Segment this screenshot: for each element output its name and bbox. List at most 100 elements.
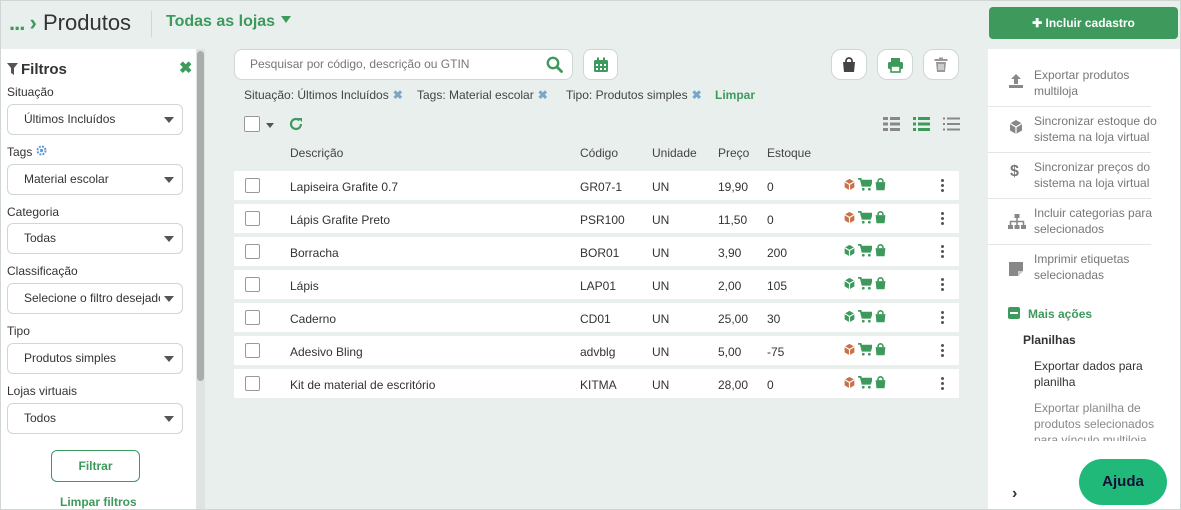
store-selector[interactable]: Todas as lojas (166, 13, 292, 31)
filter-label-categoria: Categoria (7, 205, 60, 219)
column-header-descricao[interactable]: Descrição (290, 146, 343, 160)
breadcrumb[interactable]: ... › (9, 10, 37, 36)
action-export-multiloja[interactable]: Exportar produtos multiloja (988, 61, 1151, 107)
sidebar-scrollbar[interactable] (196, 49, 205, 509)
cell-estoque: 0 (767, 378, 774, 392)
add-product-label: Incluir cadastro (1045, 16, 1135, 30)
export-spreadsheet-link[interactable]: Exportar dados para planilha (1034, 358, 1164, 390)
cell-preco: 11,50 (718, 213, 748, 227)
row-menu-icon[interactable] (937, 244, 947, 260)
row-menu-icon[interactable] (937, 211, 947, 227)
active-filter-chip: Tipo: Produtos simples ✖ (566, 88, 702, 102)
compact-list-view-icon[interactable] (943, 117, 960, 131)
table-row[interactable]: Adesivo Bling advblg UN 5,00 -75 (234, 336, 959, 365)
search-input[interactable] (250, 57, 530, 71)
add-product-button[interactable]: ✚ Incluir cadastro (989, 7, 1178, 39)
grid-view-icon[interactable] (883, 117, 900, 131)
refresh-icon[interactable] (289, 117, 303, 131)
column-header-unidade[interactable]: Unidade (652, 146, 697, 160)
cell-descricao[interactable]: Adesivo Bling (290, 345, 363, 359)
help-button[interactable]: Ajuda (1079, 459, 1167, 505)
remove-filter-icon[interactable]: ✖ (692, 88, 702, 102)
filter-categoria-select[interactable]: Todas (7, 223, 183, 254)
table-row[interactable]: Borracha BOR01 UN 3,90 200 (234, 237, 959, 266)
column-header-preco[interactable]: Preço (718, 146, 749, 160)
row-checkbox[interactable] (245, 244, 260, 259)
cell-descricao[interactable]: Kit de material de escritório (290, 378, 435, 392)
close-filters-icon[interactable]: ✖ (179, 58, 192, 78)
column-header-codigo[interactable]: Código (580, 146, 618, 160)
more-actions-toggle[interactable]: Mais ações (1008, 307, 1092, 321)
clear-filters-link[interactable]: Limpar filtros (60, 495, 137, 509)
collapse-icon (1008, 307, 1020, 319)
cell-codigo: LAP01 (580, 279, 617, 293)
shopping-bag-icon (874, 376, 887, 392)
filter-tags-select[interactable]: Material escolar (7, 164, 183, 195)
row-checkbox[interactable] (245, 277, 260, 292)
stock-box-icon (843, 376, 856, 392)
gear-icon[interactable] (36, 145, 47, 156)
table-row[interactable]: Lápis Grafite Preto PSR100 UN 11,50 0 (234, 204, 959, 233)
row-checkbox[interactable] (245, 343, 260, 358)
row-menu-icon[interactable] (937, 310, 947, 326)
calendar-button[interactable] (583, 49, 618, 80)
table-row[interactable]: Lápis LAP01 UN 2,00 105 (234, 270, 959, 299)
action-sync-prices[interactable]: $ Sincronizar preços do sistema na loja … (988, 153, 1151, 199)
search-icon[interactable] (546, 56, 563, 73)
shopping-bag-button[interactable] (831, 49, 867, 80)
clear-active-filters-link[interactable]: Limpar (715, 88, 755, 102)
action-label: Incluir categorias para selecionados (1034, 206, 1153, 236)
app-frame: ... › Produtos Todas as lojas ✚ Incluir … (0, 0, 1181, 510)
select-options-caret-icon[interactable] (266, 123, 274, 128)
filter-situacao-select[interactable]: Últimos Incluídos (7, 104, 183, 135)
cell-descricao[interactable]: Borracha (290, 246, 339, 260)
remove-filter-icon[interactable]: ✖ (538, 88, 548, 102)
row-checkbox[interactable] (245, 310, 260, 325)
action-print-labels[interactable]: Imprimir etiquetas selecionadas (988, 245, 1151, 291)
stock-box-icon (843, 178, 856, 194)
shopping-cart-icon (858, 211, 874, 227)
stock-box-icon (843, 244, 856, 260)
action-label: Sincronizar estoque do sistema na loja v… (1034, 114, 1157, 144)
select-all-checkbox[interactable] (244, 116, 260, 132)
print-button[interactable] (877, 49, 913, 80)
table-row[interactable]: Lapiseira Grafite 0.7 GR07-1 UN 19,90 0 (234, 171, 959, 200)
stock-box-icon (843, 310, 856, 326)
table-row[interactable]: Caderno CD01 UN 25,00 30 (234, 303, 959, 332)
cell-estoque: -75 (767, 345, 785, 359)
apply-filters-button[interactable]: Filtrar (51, 450, 140, 482)
filter-lojas-select[interactable]: Todos (7, 403, 183, 434)
caret-down-icon (164, 356, 174, 362)
row-checkbox[interactable] (245, 178, 260, 193)
list-view-icon[interactable] (913, 117, 930, 131)
cell-estoque: 30 (767, 312, 781, 326)
row-menu-icon[interactable] (937, 376, 947, 392)
row-menu-icon[interactable] (937, 277, 947, 293)
filter-classificacao-select[interactable]: Selecione o filtro desejado (7, 283, 183, 314)
action-add-categories[interactable]: Incluir categorias para selecionados (988, 199, 1152, 245)
shopping-bag-icon (874, 310, 887, 326)
row-menu-icon[interactable] (937, 178, 947, 194)
chevron-right-icon[interactable]: › (1012, 485, 1017, 503)
cell-descricao[interactable]: Lápis Grafite Preto (290, 213, 390, 227)
filter-tipo-select[interactable]: Produtos simples (7, 343, 183, 374)
row-checkbox[interactable] (245, 211, 260, 226)
cell-descricao[interactable]: Lápis (290, 279, 319, 293)
stock-box-icon (843, 343, 856, 359)
scrollbar-thumb[interactable] (197, 51, 204, 381)
export-multiloja-spreadsheet-link[interactable]: Exportar planilha de produtos selecionad… (1034, 400, 1164, 441)
action-sync-stock[interactable]: Sincronizar estoque do sistema na loja v… (988, 107, 1157, 153)
cell-descricao[interactable]: Caderno (290, 312, 336, 326)
caret-down-icon (164, 296, 174, 302)
shopping-cart-icon (858, 310, 874, 326)
cell-codigo: KITMA (580, 378, 617, 392)
row-checkbox[interactable] (245, 376, 260, 391)
cell-preco: 25,00 (718, 312, 749, 326)
cell-descricao[interactable]: Lapiseira Grafite 0.7 (290, 180, 398, 194)
remove-filter-icon[interactable]: ✖ (393, 88, 403, 102)
row-menu-icon[interactable] (937, 343, 947, 359)
table-row[interactable]: Kit de material de escritório KITMA UN 28,0… (234, 369, 959, 398)
delete-button[interactable] (923, 49, 959, 80)
stock-box-icon (843, 277, 856, 293)
column-header-estoque[interactable]: Estoque (767, 146, 811, 160)
